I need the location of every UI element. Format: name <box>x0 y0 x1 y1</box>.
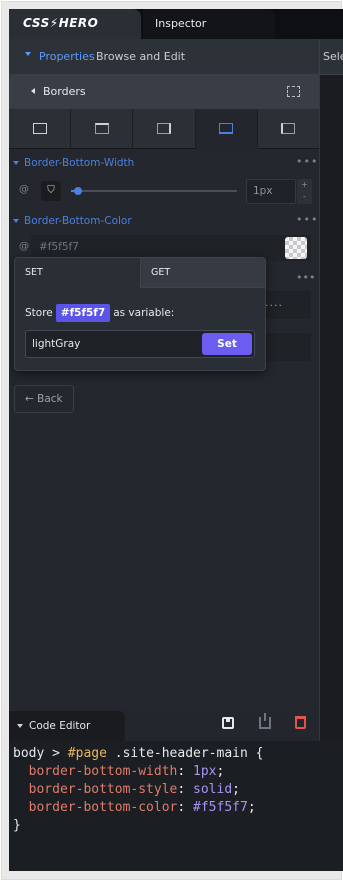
more-options-icon[interactable]: ••• <box>296 155 318 168</box>
bottom-side-icon <box>219 123 234 134</box>
tab-inspector[interactable]: Inspector <box>143 9 275 39</box>
width-slider-track[interactable] <box>71 190 237 192</box>
pin-icon[interactable]: ⛉ <box>41 181 61 201</box>
border-bottom-width-label[interactable]: Border-Bottom-Width <box>13 157 134 169</box>
divider <box>319 39 320 75</box>
border-bottom-width-row: @ ⛉ 1px + - <box>9 177 319 205</box>
tab-border-right[interactable] <box>133 109 196 149</box>
code-editor-content[interactable]: body > #page .site-header-main { border-… <box>9 741 343 871</box>
chevron-down-icon <box>17 724 23 728</box>
tab-border-top[interactable] <box>71 109 134 149</box>
chevron-down-icon <box>25 52 31 56</box>
top-tab-bar: CSS⚡HERO Inspector <box>9 9 343 39</box>
tab-set-label: SET <box>25 267 43 278</box>
border-bottom-color-label[interactable]: Border-Bottom-Color <box>13 215 132 227</box>
set-button[interactable]: Set <box>202 333 252 355</box>
step-up-button[interactable]: + <box>297 179 312 191</box>
triangle-down-icon <box>13 161 19 165</box>
tab-border-bottom[interactable] <box>195 109 258 149</box>
stored-value-chip: #f5f5f7 <box>55 304 111 322</box>
logo-tab[interactable]: CSS⚡HERO <box>9 9 141 39</box>
triangle-down-icon <box>13 219 19 223</box>
tab-border-all[interactable] <box>9 109 72 149</box>
code-editor-tab[interactable]: Code Editor <box>9 711 125 741</box>
css-hero-logo: CSS⚡HERO <box>23 16 99 30</box>
properties-bar[interactable]: Properties Browse and Edit Sele <box>9 39 343 75</box>
step-down-button[interactable]: - <box>297 191 312 203</box>
bolt-icon: ⚡ <box>49 16 59 30</box>
popover-tabs: SET GET <box>15 258 265 288</box>
width-value-input[interactable]: 1px <box>246 179 296 204</box>
section-title: Borders <box>43 85 86 98</box>
variable-name-input[interactable]: lightGray <box>32 338 80 350</box>
chevron-left-icon[interactable] <box>31 88 35 94</box>
tab-get[interactable]: GET <box>141 258 265 288</box>
tab-set[interactable]: SET <box>15 258 141 288</box>
variable-popover: SET GET Store #f5f5f7 as variable: lightGr… <box>14 257 266 371</box>
more-options-icon[interactable]: ••• <box>296 271 315 284</box>
save-icon[interactable] <box>222 717 234 729</box>
all-sides-icon <box>32 123 47 134</box>
code-editor-title: Code Editor <box>29 720 91 732</box>
variable-name-field: lightGray Set <box>25 330 255 358</box>
variable-at-icon[interactable]: @ <box>19 184 29 195</box>
top-side-icon <box>94 123 109 134</box>
store-variable-text: Store #f5f5f7 as variable: <box>25 304 174 322</box>
border-side-tabs <box>9 109 319 149</box>
tab-inspector-label: Inspector <box>155 17 207 30</box>
back-button[interactable]: ← Back <box>14 385 74 413</box>
export-icon[interactable] <box>259 713 271 729</box>
more-options-icon[interactable]: ••• <box>296 213 318 226</box>
color-swatch[interactable] <box>285 237 307 259</box>
left-side-icon <box>281 123 296 134</box>
variable-at-icon[interactable]: @ <box>19 241 29 252</box>
width-stepper[interactable]: + - <box>297 179 312 204</box>
tab-border-left[interactable] <box>258 109 319 149</box>
select-tab-label[interactable]: Sele <box>323 50 343 63</box>
borders-section-header[interactable]: Borders <box>9 75 319 109</box>
width-slider-thumb[interactable] <box>74 187 83 195</box>
element-select-icon[interactable] <box>287 86 300 97</box>
right-side-icon <box>157 123 171 134</box>
css-hero-app: CSS⚡HERO Inspector Properties Browse and… <box>9 9 343 871</box>
properties-title: Properties <box>39 50 95 63</box>
tab-get-label: GET <box>151 267 171 278</box>
trash-icon[interactable] <box>295 716 306 729</box>
properties-subtitle: Browse and Edit <box>96 50 186 63</box>
